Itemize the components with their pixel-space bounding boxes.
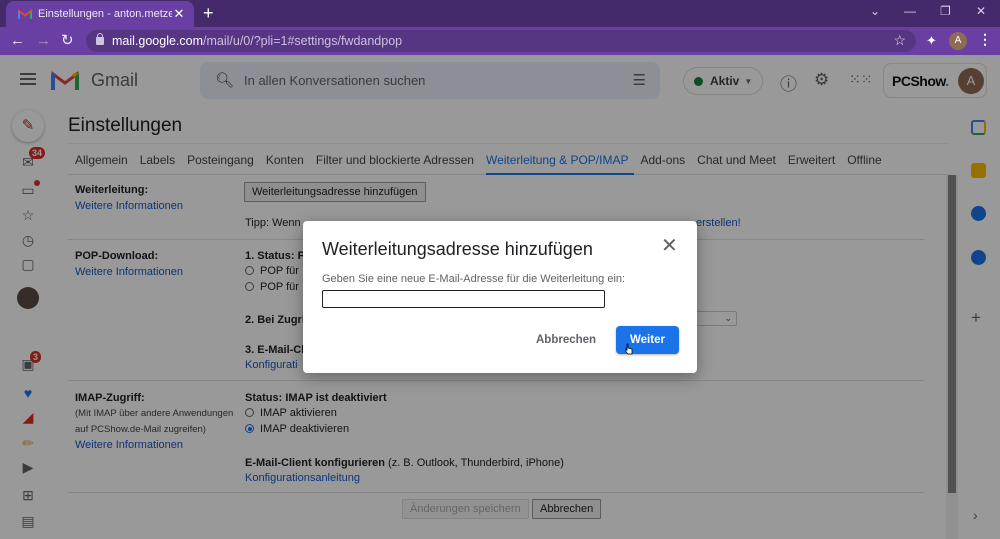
tab-search-icon[interactable]: ⌄: [870, 4, 880, 18]
browser-toolbar: ← → ↻ mail.google.com/mail/u/0/?pli=1#se…: [0, 27, 1000, 55]
tab-title: Einstellungen - anton.metzendor: [38, 8, 172, 20]
minimize-icon[interactable]: —: [904, 4, 916, 18]
restore-icon[interactable]: ❐: [940, 4, 951, 18]
bookmark-star-icon[interactable]: ☆: [893, 32, 906, 49]
gmail-favicon-icon: [18, 8, 32, 19]
close-icon[interactable]: ✕: [661, 236, 678, 256]
reload-icon[interactable]: ↻: [61, 32, 74, 50]
browser-tab-bar: Einstellungen - anton.metzendor ✕ + ⌄ — …: [0, 0, 1000, 27]
url-host: mail.google.com: [112, 34, 204, 48]
dialog-cancel-button[interactable]: Abbrechen: [536, 334, 596, 346]
back-icon[interactable]: ←: [10, 32, 25, 50]
lock-icon: [96, 33, 104, 45]
browser-tab[interactable]: Einstellungen - anton.metzendor ✕: [6, 1, 194, 27]
browser-profile-avatar[interactable]: A: [949, 32, 967, 50]
url-path: /mail/u/0/?pli=1#settings/fwdandpop: [203, 34, 403, 48]
new-tab-button[interactable]: +: [203, 3, 214, 23]
forwarding-email-input[interactable]: [322, 290, 605, 308]
dialog-title: Weiterleitungsadresse hinzufügen: [322, 239, 593, 259]
extensions-icon[interactable]: ✦: [926, 33, 937, 49]
address-bar[interactable]: mail.google.com/mail/u/0/?pli=1#settings…: [86, 30, 916, 52]
forward-icon[interactable]: →: [36, 32, 51, 50]
close-window-icon[interactable]: ✕: [976, 4, 986, 18]
dialog-prompt: Geben Sie eine neue E-Mail-Adresse für d…: [322, 273, 626, 285]
browser-menu-icon[interactable]: ⋮: [978, 31, 992, 48]
close-tab-icon[interactable]: ✕: [172, 6, 186, 22]
add-forwarding-dialog: Weiterleitungsadresse hinzufügen ✕ Geben…: [303, 221, 697, 373]
hand-cursor-icon: [625, 343, 633, 355]
